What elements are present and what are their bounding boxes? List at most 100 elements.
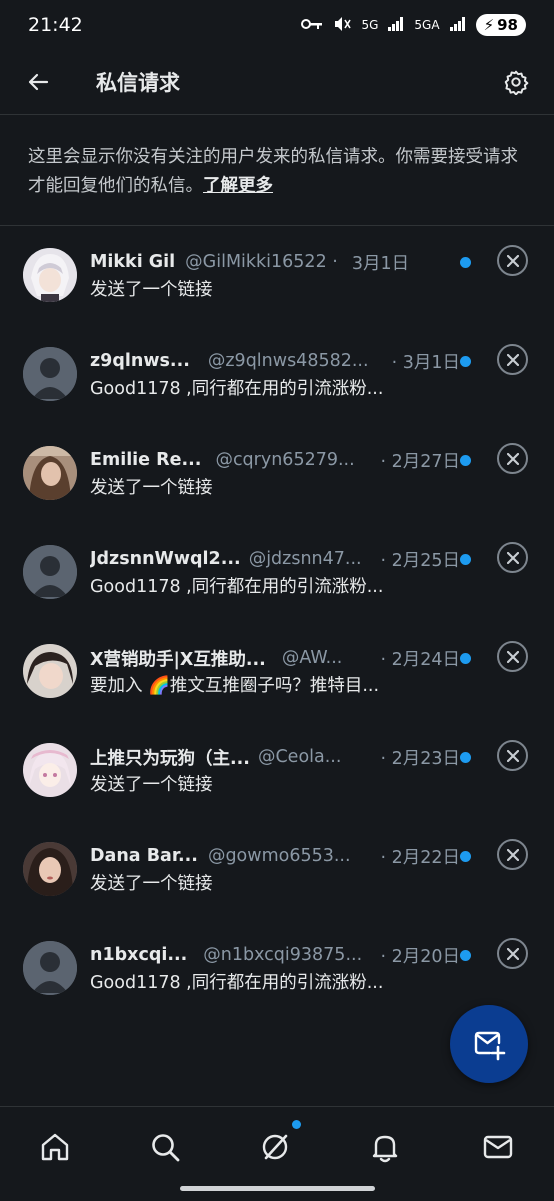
tab-grok[interactable]	[255, 1127, 295, 1167]
tab-search[interactable]	[145, 1127, 185, 1167]
request-row[interactable]: Mikki Gil @GilMikki16522 · 3月1日 发送了一个链接	[0, 227, 554, 326]
signal-icon	[388, 16, 404, 34]
mute-icon	[333, 16, 352, 35]
status-bar: 21:42 5G 5GA ⚡ 98	[0, 0, 554, 50]
dismiss-button[interactable]	[497, 938, 528, 969]
learn-more-link[interactable]: 了解更多	[203, 176, 273, 196]
default-avatar-icon	[23, 941, 77, 995]
tab-messages[interactable]	[478, 1127, 518, 1167]
request-row[interactable]: Dana Bar... @gowmo6553... · 2月22日 发送了一个链…	[0, 821, 554, 920]
request-list: Mikki Gil @GilMikki16522 · 3月1日 发送了一个链接 …	[0, 227, 554, 1019]
message-preview: 要加入 🌈推文互推圈子吗？推特目...	[90, 676, 380, 696]
message-preview: 发送了一个链接	[90, 874, 213, 894]
unread-dot	[460, 851, 471, 862]
request-date: · 2月22日	[380, 847, 460, 868]
request-date: · 2月27日	[380, 451, 460, 472]
request-date: · 2月20日	[380, 946, 460, 967]
request-header: 上推只为玩狗（主... @Ceola... · 2月23日	[90, 744, 460, 770]
sender-handle: @AW...	[281, 648, 343, 668]
request-row[interactable]: Emilie Re... @cqryn65279... · 2月27日 发送了一…	[0, 425, 554, 524]
tab-notifications[interactable]	[365, 1127, 405, 1167]
sender-handle: @n1bxcqi93875...	[203, 945, 363, 965]
default-avatar-icon	[23, 347, 77, 401]
dismiss-button[interactable]	[497, 641, 528, 672]
message-preview: 发送了一个链接	[90, 478, 213, 498]
message-preview: Good1178 ,同行都在用的引流涨粉...	[90, 577, 384, 597]
dismiss-button[interactable]	[497, 245, 528, 276]
request-date: · 2月25日	[380, 550, 460, 571]
sender-handle: @GilMikki16522 ·	[185, 252, 338, 272]
signal-icon	[449, 16, 466, 34]
requests-notice: 这里会显示你没有关注的用户发来的私信请求。你需要接受请求才能回复他们的私信。了解…	[0, 116, 554, 226]
unread-dot	[460, 752, 471, 763]
dismiss-button[interactable]	[497, 740, 528, 771]
unread-dot	[460, 356, 471, 367]
sender-name: Emilie Re...	[90, 450, 202, 470]
page-header: 私信请求	[0, 50, 554, 115]
avatar[interactable]	[23, 743, 77, 797]
arrow-left-icon	[28, 73, 49, 91]
request-date: · 2月23日	[380, 748, 460, 769]
close-icon	[506, 650, 519, 663]
close-icon	[506, 947, 519, 960]
request-row[interactable]: 上推只为玩狗（主... @Ceola... · 2月23日 发送了一个链接	[0, 722, 554, 821]
dismiss-button[interactable]	[497, 542, 528, 573]
request-row[interactable]: z9qlnws... @z9qlnws48582... · 3月1日 Good1…	[0, 326, 554, 425]
mail-icon	[483, 1135, 513, 1159]
request-date: · 3月1日	[391, 352, 460, 373]
grok-icon	[262, 1134, 288, 1160]
sender-name: Mikki Gil	[90, 252, 176, 272]
back-button[interactable]	[20, 64, 56, 100]
status-icons: 5G 5GA ⚡ 98	[301, 14, 526, 36]
close-icon	[506, 452, 519, 465]
request-row[interactable]: X营销助手|X互推助... @AW... · 2月24日 要加入 🌈推文互推圈子…	[0, 623, 554, 722]
dismiss-button[interactable]	[497, 344, 528, 375]
request-row[interactable]: JdzsnnWwql2... @jdzsnn47... · 2月25日 Good…	[0, 524, 554, 623]
avatar[interactable]	[23, 446, 77, 500]
sender-name: z9qlnws...	[90, 351, 190, 371]
request-header: Mikki Gil @GilMikki16522 · 3月1日	[90, 249, 460, 275]
message-preview: 发送了一个链接	[90, 775, 213, 795]
battery-level: 98	[497, 16, 518, 34]
sender-name: JdzsnnWwql2...	[90, 549, 241, 569]
unread-dot	[460, 950, 471, 961]
avatar[interactable]	[23, 644, 77, 698]
avatar[interactable]	[23, 248, 77, 302]
sender-handle: @jdzsnn47...	[248, 549, 362, 569]
new-message-button[interactable]	[450, 1005, 528, 1083]
search-icon	[152, 1134, 180, 1162]
avatar[interactable]	[23, 842, 77, 896]
dismiss-button[interactable]	[497, 839, 528, 870]
page-title: 私信请求	[96, 71, 180, 95]
message-preview: 发送了一个链接	[90, 280, 213, 300]
message-preview: Good1178 ,同行都在用的引流涨粉...	[90, 379, 384, 399]
unread-dot	[460, 455, 471, 466]
network2-label: 5GA	[414, 18, 440, 32]
tab-home[interactable]	[35, 1127, 75, 1167]
dismiss-button[interactable]	[497, 443, 528, 474]
close-icon	[506, 353, 519, 366]
close-icon	[506, 551, 519, 564]
sender-name: n1bxcqi...	[90, 945, 188, 965]
sender-handle: @cqryn65279...	[215, 450, 355, 470]
sender-name: X营销助手|X互推助...	[90, 649, 266, 670]
request-header: n1bxcqi... @n1bxcqi93875... · 2月20日	[90, 942, 460, 968]
message-preview: Good1178 ,同行都在用的引流涨粉...	[90, 973, 384, 993]
gear-icon	[504, 70, 529, 95]
avatar[interactable]	[23, 545, 77, 599]
settings-button[interactable]	[498, 64, 534, 100]
notice-text: 这里会显示你没有关注的用户发来的私信请求。你需要接受请求才能回复他们的私信。	[28, 147, 518, 196]
unread-dot	[460, 653, 471, 664]
unread-dot	[460, 257, 471, 268]
request-header: Emilie Re... @cqryn65279... · 2月27日	[90, 447, 460, 473]
charging-icon: ⚡	[483, 16, 495, 34]
sender-handle: @z9qlnws48582...	[207, 351, 369, 371]
default-avatar-icon	[23, 545, 77, 599]
request-row[interactable]: n1bxcqi... @n1bxcqi93875... · 2月20日 Good…	[0, 920, 554, 1019]
sender-handle: @Ceola...	[257, 747, 342, 767]
avatar[interactable]	[23, 941, 77, 995]
request-header: Dana Bar... @gowmo6553... · 2月22日	[90, 843, 460, 869]
avatar[interactable]	[23, 347, 77, 401]
sender-name: 上推只为玩狗（主...	[90, 748, 250, 769]
close-icon	[506, 749, 519, 762]
